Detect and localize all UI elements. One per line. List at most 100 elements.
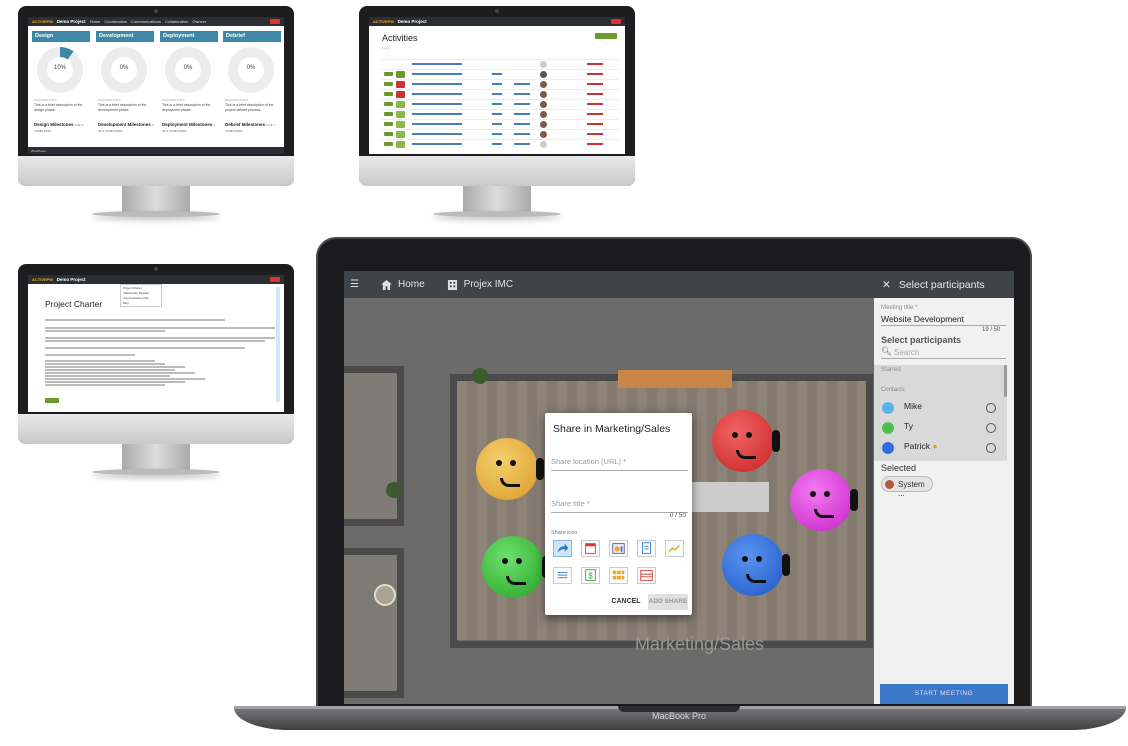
contact-name: Patrick ● bbox=[904, 441, 938, 451]
page-title: Project Charter bbox=[45, 299, 103, 309]
nav-coordination[interactable]: Coordination bbox=[104, 19, 127, 24]
contact-row[interactable]: Mike bbox=[874, 397, 1007, 419]
imac-phases: ACTIVEPM Demo Project Home Coordination … bbox=[18, 6, 294, 221]
share-dialog: Share in Marketing/Sales Share location … bbox=[545, 413, 692, 615]
avatar bbox=[885, 480, 894, 489]
milestones-title[interactable]: Debrief Milestones 0 OF 1 COMPLETED bbox=[225, 122, 281, 135]
avatar-magenta[interactable] bbox=[790, 469, 858, 531]
share-arrow-icon[interactable] bbox=[553, 540, 572, 557]
plant-icon bbox=[386, 482, 402, 498]
dollar-icon[interactable]: $ bbox=[581, 567, 600, 584]
page-footer: WordPress bbox=[28, 147, 284, 154]
nav-collaboration[interactable]: Collaboration bbox=[165, 19, 189, 24]
edit-button[interactable] bbox=[45, 398, 59, 403]
chart-icon[interactable] bbox=[609, 540, 628, 557]
share-icon-label: Share icon bbox=[551, 530, 578, 536]
progress-percent: 0% bbox=[246, 65, 256, 71]
avatar-yellow[interactable] bbox=[476, 438, 544, 500]
close-icon[interactable]: ✕ bbox=[882, 279, 891, 291]
notification-badge[interactable] bbox=[270, 19, 280, 24]
activities-screen: ACTIVEPM Demo Project Activities ▪ ▪ ▪ ▪ bbox=[369, 17, 625, 154]
calendar-icon[interactable] bbox=[581, 540, 600, 557]
nav-home[interactable]: Home bbox=[398, 279, 425, 290]
start-meeting-button[interactable]: START MEETING bbox=[880, 684, 1008, 704]
phase-card-development: Development 0% DESCRIPTION This is a bri… bbox=[96, 31, 154, 151]
logo: ACTIVEPM bbox=[32, 277, 53, 282]
milestones-title[interactable]: Design Milestones 0 OF 4 COMPLETED bbox=[34, 122, 90, 135]
nav-communications[interactable]: Communications bbox=[131, 19, 161, 24]
avatar-green[interactable] bbox=[482, 536, 550, 598]
nav-building[interactable]: Projex IMC bbox=[464, 279, 513, 290]
contacts-list: Starred Contacts Mike Ty Patrick ● bbox=[874, 365, 1007, 461]
building-icon[interactable] bbox=[447, 279, 458, 290]
add-activity-button[interactable] bbox=[595, 33, 617, 39]
table-row[interactable] bbox=[382, 129, 618, 138]
nav-home[interactable]: Home bbox=[90, 19, 101, 24]
share-title-field[interactable]: Share title * bbox=[551, 499, 688, 513]
table-row[interactable] bbox=[382, 69, 618, 78]
select-radio[interactable] bbox=[986, 403, 996, 413]
logo: ACTIVEPM bbox=[32, 19, 53, 24]
phase-title[interactable]: Debrief bbox=[223, 31, 281, 42]
milestones-title[interactable]: Development Milestones 0 OF 2 COMPLETED bbox=[98, 122, 154, 135]
project-name[interactable]: Demo Project bbox=[57, 19, 86, 24]
home-icon[interactable] bbox=[381, 279, 392, 290]
logo: ACTIVEPM bbox=[373, 19, 394, 24]
table-icon[interactable] bbox=[637, 567, 656, 584]
project-name[interactable]: Demo Project bbox=[57, 277, 86, 282]
plant-icon bbox=[472, 368, 488, 384]
selected-chip[interactable]: System ... bbox=[881, 476, 933, 498]
grid-icon[interactable] bbox=[609, 567, 628, 584]
scrollbar[interactable] bbox=[1004, 365, 1007, 397]
nav-owners[interactable]: Owners bbox=[192, 19, 206, 24]
avatar-red[interactable] bbox=[712, 410, 780, 472]
top-app-bar: ☰ Home Projex IMC bbox=[344, 271, 874, 298]
office-floor-map[interactable]: Marketing/Sales Share in Marketing/Sales… bbox=[344, 298, 874, 704]
table-row[interactable] bbox=[382, 109, 618, 118]
contact-name: Mike bbox=[904, 401, 922, 411]
selected-heading: Selected bbox=[881, 463, 917, 473]
contact-name: Ty bbox=[904, 421, 913, 431]
activity-filter[interactable]: ▪ ▪ ▪ ▪ bbox=[382, 46, 389, 50]
description-label: DESCRIPTION bbox=[162, 98, 185, 102]
select-radio[interactable] bbox=[986, 443, 996, 453]
page-title: Activities bbox=[382, 33, 418, 43]
meeting-title-input[interactable]: Website Development bbox=[881, 314, 964, 324]
avatar-blue[interactable] bbox=[722, 534, 790, 596]
notification-badge[interactable] bbox=[611, 19, 621, 24]
phase-title[interactable]: Development bbox=[96, 31, 154, 42]
scrollbar[interactable] bbox=[276, 287, 280, 402]
cancel-button[interactable]: CANCEL bbox=[608, 595, 644, 609]
select-radio[interactable] bbox=[986, 423, 996, 433]
progress-percent: 0% bbox=[183, 65, 193, 71]
meeting-title-label: Meeting title * bbox=[881, 305, 918, 311]
table-row[interactable] bbox=[382, 89, 618, 98]
menu-icon[interactable]: ☰ bbox=[350, 279, 359, 290]
footer-text[interactable]: WordPress bbox=[31, 149, 46, 153]
list-icon[interactable] bbox=[553, 567, 572, 584]
add-share-button[interactable]: ADD SHARE bbox=[648, 594, 688, 610]
laptop-screen: ☰ Home Projex IMC Marketing/Sales Share … bbox=[344, 271, 1014, 704]
phase-title[interactable]: Deployment bbox=[160, 31, 218, 42]
table-row[interactable] bbox=[382, 119, 618, 128]
milestones-label: Debrief Milestones bbox=[225, 122, 266, 127]
document-icon[interactable] bbox=[637, 540, 656, 557]
milestones-title[interactable]: Deployment Milestones 0 OF 2 COMPLETED bbox=[162, 122, 218, 135]
notification-badge[interactable] bbox=[270, 277, 280, 282]
description-text: This is a brief description of the proje… bbox=[225, 103, 274, 112]
share-url-field[interactable]: Share location (URL) * bbox=[551, 457, 688, 471]
table-row[interactable] bbox=[382, 99, 618, 108]
progress-percent: 10% bbox=[53, 65, 66, 71]
contact-row[interactable]: Ty bbox=[874, 417, 1007, 439]
contact-row[interactable]: Patrick ● bbox=[874, 437, 1007, 459]
menu-item[interactable]: Blog bbox=[123, 301, 159, 306]
phase-title[interactable]: Design bbox=[32, 31, 90, 42]
table-row[interactable] bbox=[382, 139, 618, 148]
table-row[interactable] bbox=[382, 79, 618, 88]
select-participants-heading: Select participants bbox=[881, 335, 962, 345]
project-name[interactable]: Demo Project bbox=[398, 19, 427, 24]
search-input[interactable]: Search bbox=[894, 348, 919, 357]
table-row[interactable] bbox=[382, 59, 618, 68]
line-chart-icon[interactable] bbox=[665, 540, 684, 557]
panel-header: ✕ Select participants bbox=[874, 271, 1014, 298]
